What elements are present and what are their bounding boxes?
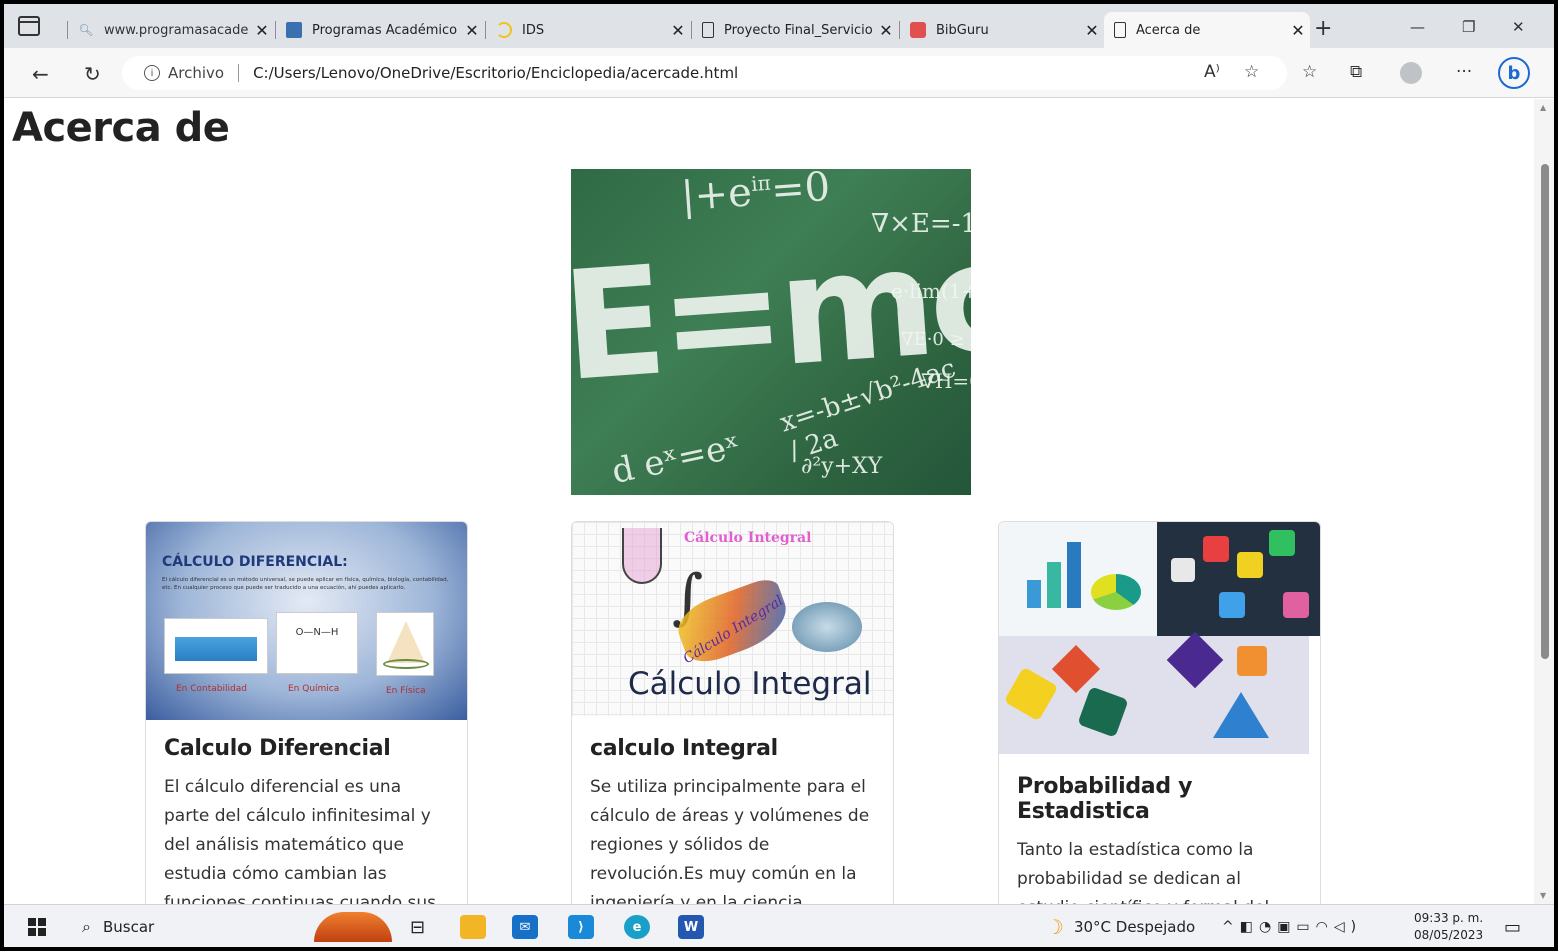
card-text: Se utiliza principalmente para el cálcul… xyxy=(590,777,870,904)
bar-chart-graphic xyxy=(999,522,1157,636)
tab-actions-icon[interactable] xyxy=(18,16,40,36)
card-probabilidad-estadistica: Probabilidad y Estadistica Tanto la esta… xyxy=(998,521,1321,904)
browser-toolbar: ← ↻ i Archivo C:/Users/Lenovo/OneDrive/E… xyxy=(4,48,1554,98)
polyhedral-dice-graphic xyxy=(999,631,1309,754)
chevron-up-icon[interactable]: ^ xyxy=(1222,919,1240,935)
vscode-icon[interactable]: ⟩ xyxy=(568,913,594,941)
card-calculo-integral: Cálculo Integral ∫ Cálculo Integral Cálc… xyxy=(571,521,894,904)
taskbar: ⌕ Buscar ⊟ ✉ ⟩ e W ☽ 30°C Despejado ^ ◧ … xyxy=(4,904,1554,947)
tray-app-icon[interactable]: ▣ xyxy=(1277,919,1296,935)
card-image-calculo-integral: Cálculo Integral ∫ Cálculo Integral Cálc… xyxy=(572,522,893,716)
close-tab-icon[interactable]: ✕ xyxy=(460,21,484,40)
page-content: Acerca de |+eiπ=0 ∇×E=-1∂H E=mc2 e·lim(1… xyxy=(4,99,1534,904)
page-icon xyxy=(1114,22,1126,38)
card-calculo-diferencial: CÁLCULO DIFERENCIAL: El cálculo diferenc… xyxy=(145,521,468,904)
tab-programas-academicos[interactable]: Programas Académico ✕ xyxy=(275,12,484,48)
tray-app-icon[interactable]: ◧ xyxy=(1240,919,1259,935)
cone-thumbnail xyxy=(376,612,434,676)
scrollbar-thumb[interactable] xyxy=(1541,164,1549,659)
parabola-graphic xyxy=(622,528,662,584)
card-image-calculo-diferencial: CÁLCULO DIFERENCIAL: El cálculo diferenc… xyxy=(146,522,467,720)
minimize-icon[interactable]: — xyxy=(1410,18,1425,36)
tray-app-icon[interactable]: ◔ xyxy=(1259,919,1277,935)
battery-icon[interactable]: ▭ xyxy=(1296,919,1315,935)
new-tab-icon[interactable]: + xyxy=(1314,16,1332,41)
bing-icon[interactable]: b xyxy=(1498,57,1530,89)
wifi-icon[interactable]: ◠ xyxy=(1316,919,1334,935)
info-icon[interactable]: i xyxy=(144,65,160,81)
restore-icon[interactable]: ❐ xyxy=(1462,18,1475,36)
taskbar-search[interactable]: ⌕ Buscar xyxy=(82,913,154,941)
close-tab-icon[interactable]: ✕ xyxy=(874,21,898,40)
taskbar-search-highlight-icon xyxy=(314,912,392,942)
tab-acerca-de[interactable]: Acerca de ✕ xyxy=(1104,12,1310,48)
close-tab-icon[interactable]: ✕ xyxy=(666,21,690,40)
task-view-icon[interactable]: ⊟ xyxy=(410,913,425,941)
tab-proyecto-final[interactable]: Proyecto Final_Servicio ✕ xyxy=(691,12,898,48)
page-scrollbar[interactable]: ▲ ▼ xyxy=(1534,99,1554,904)
browser-window: 🔍︎ www.programasacade ✕ Programas Académ… xyxy=(4,4,1554,947)
more-icon[interactable]: ··· xyxy=(1456,62,1472,82)
favorites-icon[interactable]: ☆ xyxy=(1302,62,1317,82)
file-explorer-icon[interactable] xyxy=(460,913,486,941)
read-aloud-icon[interactable]: A⁾ xyxy=(1204,62,1220,82)
search-icon: ⌕ xyxy=(82,917,91,936)
close-window-icon[interactable]: ✕ xyxy=(1512,18,1525,36)
tab-ids[interactable]: IDS ✕ xyxy=(485,12,690,48)
weather-widget[interactable]: ☽ 30°C Despejado xyxy=(1046,913,1195,941)
scroll-up-icon[interactable]: ▲ xyxy=(1540,103,1546,112)
site-icon xyxy=(286,22,302,38)
edge-icon[interactable]: e xyxy=(624,913,650,941)
tab-bibguru[interactable]: BibGuru ✕ xyxy=(899,12,1104,48)
moon-icon: ☽ xyxy=(1046,915,1064,939)
windows-start-icon[interactable] xyxy=(28,913,46,941)
url-text[interactable]: C:/Users/Lenovo/OneDrive/Escritorio/Enci… xyxy=(253,64,738,82)
card-title: Probabilidad y Estadistica xyxy=(1017,774,1193,824)
notifications-icon[interactable]: ▭ xyxy=(1504,913,1521,941)
mail-icon[interactable]: ✉ xyxy=(512,913,538,941)
card-title: Calculo Diferencial xyxy=(164,736,391,761)
colored-dice-graphic xyxy=(1157,522,1320,636)
search-icon: 🔍︎ xyxy=(78,23,94,37)
bibguru-icon xyxy=(910,22,926,38)
refresh-icon[interactable]: ↻ xyxy=(84,62,101,86)
close-tab-icon[interactable]: ✕ xyxy=(250,21,274,40)
tab-strip: 🔍︎ www.programasacade ✕ Programas Académ… xyxy=(4,4,1554,48)
system-tray-icons[interactable]: ^ ◧ ◔ ▣ ▭ ◠ ◁) xyxy=(1222,913,1362,941)
loading-icon xyxy=(496,22,512,38)
page-title: Acerca de xyxy=(12,105,230,151)
avatar[interactable] xyxy=(1400,62,1422,84)
card-title: calculo Integral xyxy=(590,736,778,761)
word-icon[interactable]: W xyxy=(678,913,704,941)
hero-image-chalkboard: |+eiπ=0 ∇×E=-1∂H E=mc2 e·lim(1+1/n) ∇E·0… xyxy=(571,169,971,495)
clock[interactable]: 09:33 p. m. 08/05/2023 xyxy=(1414,910,1483,944)
close-tab-icon[interactable]: ✕ xyxy=(1080,21,1104,40)
scroll-down-icon[interactable]: ▼ xyxy=(1540,891,1546,900)
close-tab-icon[interactable]: ✕ xyxy=(1286,21,1310,40)
molecule-thumbnail: O—N—H xyxy=(276,612,358,674)
tab-programasacademicos-search[interactable]: 🔍︎ www.programasacade ✕ xyxy=(67,12,274,48)
add-favorite-icon[interactable]: ☆ xyxy=(1244,62,1259,82)
chart-thumbnail xyxy=(164,618,268,674)
back-icon[interactable]: ← xyxy=(32,62,49,86)
card-image-probabilidad xyxy=(999,522,1320,754)
volume-icon[interactable]: ◁) xyxy=(1334,919,1362,935)
solid-revolution-graphic xyxy=(792,602,862,652)
card-text: Tanto la estadística como la probabilida… xyxy=(1017,840,1269,904)
address-bar[interactable]: i Archivo C:/Users/Lenovo/OneDrive/Escri… xyxy=(122,56,1287,90)
collections-icon[interactable]: ⧉ xyxy=(1350,62,1362,82)
page-icon xyxy=(702,22,714,38)
card-text: El cálculo diferencial es una parte del … xyxy=(164,777,437,904)
